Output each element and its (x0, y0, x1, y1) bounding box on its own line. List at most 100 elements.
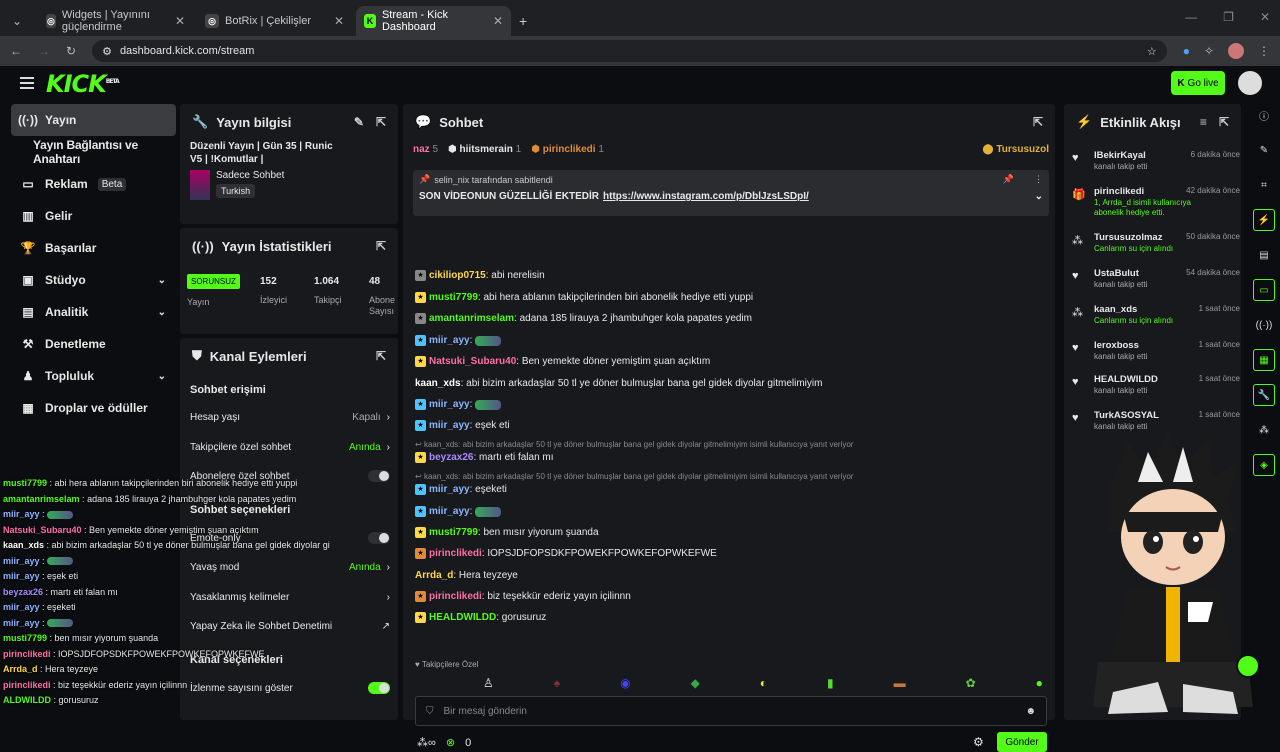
maximize-icon[interactable]: ❐ (1223, 10, 1234, 24)
broadcast-icon[interactable]: ((·)) (1253, 314, 1275, 336)
chat-username[interactable]: pirinclikedi (429, 548, 482, 559)
sidebar-item-droplar[interactable]: ▦ Droplar ve ödüller (11, 392, 176, 424)
info-icon[interactable]: ⓘ (1253, 104, 1275, 126)
pinned-link[interactable]: https://www.instagram.com/p/DblJzsLSDpI/ (603, 191, 809, 202)
chat-username[interactable]: pirinclikedi (429, 591, 482, 602)
sidebar-item-basarilar[interactable]: 🏆 Başarılar (11, 232, 176, 264)
chat-username[interactable]: cikiliop0715 (429, 270, 486, 281)
emote-icon[interactable]: ● (1036, 676, 1043, 690)
bookmark-star-icon[interactable]: ☆ (1147, 45, 1157, 58)
puzzle-icon[interactable]: ✧ (1204, 44, 1214, 58)
extension-icon[interactable]: ● (1183, 44, 1190, 58)
chat-username[interactable]: miir_ayy (429, 335, 470, 346)
emote-icon[interactable]: ▮ (827, 676, 834, 690)
sidebar-item-yayin[interactable]: ((·)) Yayın (11, 104, 176, 136)
chat-input[interactable]: ⛉ Bir mesaj gönderin ☻ (415, 696, 1047, 726)
expand-chevron-icon[interactable]: ⌄ (1035, 191, 1043, 202)
wrench-icon[interactable]: 🔧 (1253, 384, 1275, 406)
chat-username[interactable]: kaan_xds (415, 378, 461, 389)
kick-logo[interactable]: KICKBETA (46, 70, 120, 98)
followers-only-row[interactable]: Takipçilere özel sohbet Anında › (190, 442, 390, 453)
tab-search-icon[interactable]: ⌄ (0, 6, 34, 36)
emote-icon[interactable]: ◐ (760, 676, 767, 690)
activity-item[interactable]: ♥ IBekirKayal 6 dakika önce kanalı takip et… (1072, 150, 1240, 184)
lightning-icon[interactable]: ⚡ (1253, 209, 1275, 231)
activity-item[interactable]: ⁂ Tursusuzolmaz 50 dakika önce Canlarım su … (1072, 232, 1240, 266)
chat-username[interactable]: miir_ayy (429, 399, 470, 410)
sidebar-item-stream-key[interactable]: Yayın Bağlantısı ve Anahtarı (11, 136, 176, 168)
crop-icon[interactable]: ⌗ (1253, 174, 1275, 196)
new-tab-icon[interactable]: + (511, 6, 535, 36)
account-age-row[interactable]: Hesap yaşı Kapalı › (190, 412, 390, 423)
popout-icon[interactable]: ⇱ (376, 115, 386, 129)
activity-user[interactable]: UstaBulut (1094, 268, 1139, 279)
emoji-picker-icon[interactable]: ☻ (1025, 706, 1036, 717)
emote-icon[interactable]: ◆ (691, 676, 700, 690)
close-tab-icon[interactable]: ✕ (493, 14, 503, 28)
back-icon[interactable]: ← (10, 44, 22, 58)
server-icon[interactable]: ▦ (1253, 349, 1275, 371)
activity-user[interactable]: TurkASOSYAL (1094, 410, 1159, 421)
activity-user[interactable]: HEALDWILDD (1094, 374, 1158, 385)
activity-item[interactable]: 🎁 pirinclikedi 42 dakika önce 1, Arrda_d is… (1072, 186, 1240, 220)
send-button[interactable]: Gönder (997, 732, 1047, 752)
menu-dots-icon[interactable]: ⋮ (1258, 44, 1270, 58)
emote-icon[interactable]: ♠ (554, 676, 560, 690)
chat-username[interactable]: amantanrimselam (429, 313, 514, 324)
viewer-count-toggle[interactable] (368, 682, 390, 694)
top-gifter[interactable]: ⬤ Tursusuzol (982, 144, 1049, 155)
site-info-icon[interactable]: ⚙ (102, 45, 112, 58)
popout-icon[interactable]: ⇱ (376, 239, 386, 253)
hamburger-icon[interactable] (20, 77, 34, 89)
close-window-icon[interactable]: ✕ (1260, 10, 1270, 24)
more-icon[interactable]: ⋮ (1034, 174, 1043, 185)
activity-item[interactable]: ♥ UstaBulut 54 dakika önce kanalı takip ett… (1072, 268, 1240, 302)
chat-username[interactable]: HEALDWILDD (429, 612, 496, 623)
points-icon[interactable]: ⁂∞ (417, 736, 436, 749)
emote-icon[interactable]: ✿ (966, 676, 976, 690)
top-gifter[interactable]: naz 5 (413, 144, 438, 155)
chat-username[interactable]: miir_ayy (429, 506, 470, 517)
sidebar-item-analitik[interactable]: ▤ Analitik ⌄ (11, 296, 176, 328)
activity-item[interactable]: ⁂ kaan_xds 1 saat önce Canlarım su için alı… (1072, 304, 1240, 338)
sidebar-item-topluluk[interactable]: ♟ Topluluk ⌄ (11, 360, 176, 392)
emote-icon[interactable]: ▬ (894, 676, 906, 690)
unpin-icon[interactable]: 📌 (1003, 174, 1014, 185)
sidebar-item-studyo[interactable]: ▣ Stüdyo ⌄ (11, 264, 176, 296)
sidebar-item-denetleme[interactable]: ⚒ Denetleme (11, 328, 176, 360)
minimize-icon[interactable]: — (1185, 10, 1197, 24)
activity-user[interactable]: pirinclikedi (1094, 186, 1144, 197)
activity-user[interactable]: leroxboss (1094, 340, 1139, 351)
category-name[interactable]: Sadece Sohbet (216, 170, 284, 181)
reload-icon[interactable]: ↻ (66, 44, 76, 58)
chat-settings-icon[interactable]: ⚙ (973, 735, 984, 749)
chat-username[interactable]: musti7799 (429, 527, 478, 538)
document-icon[interactable]: ▤ (1253, 244, 1275, 266)
activity-user[interactable]: Tursusuzolmaz (1094, 232, 1162, 243)
activity-user[interactable]: kaan_xds (1094, 304, 1137, 315)
filter-icon[interactable]: ≡ (1200, 115, 1207, 129)
chat-username[interactable]: musti7799 (429, 292, 478, 303)
sidebar-item-gelir[interactable]: ▥ Gelir (11, 200, 176, 232)
emote-only-toggle[interactable] (368, 532, 390, 544)
edit-icon[interactable]: ✎ (354, 115, 364, 129)
popout-icon[interactable]: ⇱ (376, 349, 386, 363)
popout-icon[interactable]: ⇱ (1033, 115, 1043, 129)
activity-item[interactable]: ♥ HEALDWILDD 1 saat önce kanalı takip etti (1072, 374, 1240, 408)
chat-username[interactable]: Natsuki_Subaru40 (429, 356, 516, 367)
tab-widgets[interactable]: ◎ Widgets | Yayınını güçlendirme ✕ (38, 6, 193, 36)
user-avatar[interactable] (1238, 71, 1262, 95)
kick-coin-icon[interactable]: ⊗ (446, 736, 455, 749)
go-live-button[interactable]: K Go live (1171, 71, 1225, 95)
emote-icon[interactable]: ◉ (620, 676, 630, 690)
tab-kick-dashboard[interactable]: K Stream - Kick Dashboard ✕ (356, 6, 511, 36)
profile-icon[interactable] (1228, 43, 1244, 59)
close-tab-icon[interactable]: ✕ (175, 14, 185, 28)
chat-username[interactable]: Arrda_d (415, 570, 453, 581)
chat-username[interactable]: miir_ayy (429, 420, 470, 431)
url-bar[interactable]: ⚙ dashboard.kick.com/stream ☆ (92, 40, 1167, 62)
emote-icon[interactable]: ♙ (483, 676, 494, 690)
edit-icon[interactable]: ✎ (1253, 139, 1275, 161)
activity-user[interactable]: IBekirKayal (1094, 150, 1146, 161)
chat-username[interactable]: miir_ayy (429, 484, 470, 495)
